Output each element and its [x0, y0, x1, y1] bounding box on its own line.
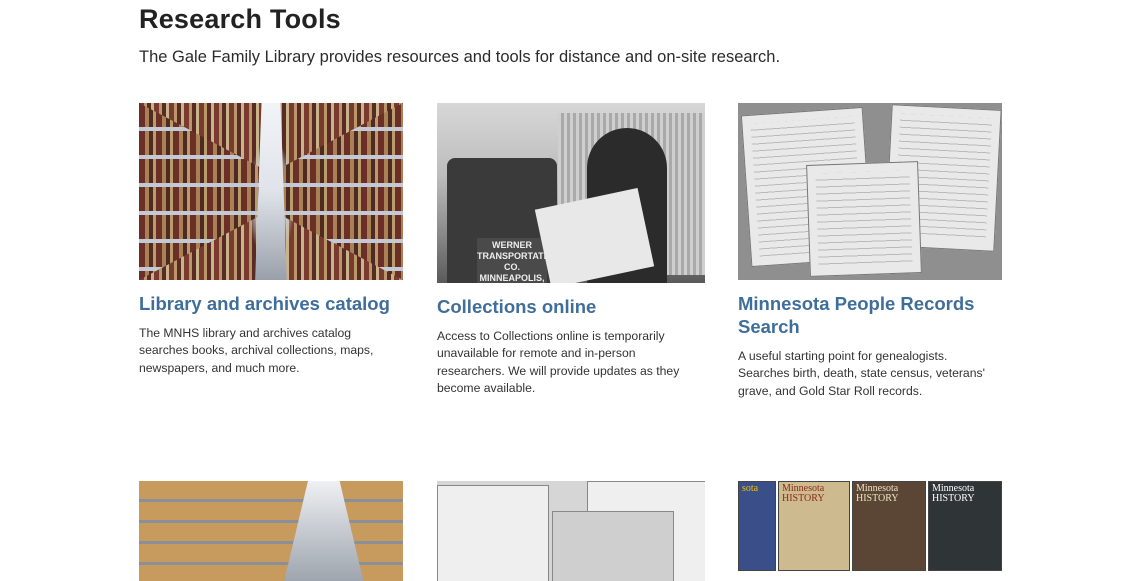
card-library-catalog: Library and archives catalog The MNHS li… [139, 103, 403, 377]
collections-online-description: Access to Collections online is temporar… [437, 329, 680, 396]
archive-stacks-image[interactable] [139, 103, 403, 280]
page-title: Research Tools [139, 4, 341, 34]
card-collections-online: WERNER TRANSPORTATION CO. MINNEAPOLIS, M… [437, 103, 705, 398]
collections-online-link[interactable]: Collections online [437, 295, 705, 318]
people-records-description: A useful starting point for genealogists… [738, 349, 985, 398]
people-records-link[interactable]: Minnesota People Records Search [738, 292, 1002, 338]
library-catalog-description: The MNHS library and archives catalog se… [139, 326, 374, 375]
certificates-image[interactable] [738, 103, 1002, 280]
magazine-title: Minnesota HISTORY [856, 483, 899, 504]
card-bottom-3: sota Minnesota HISTORY Minnesota HISTORY… [738, 481, 1002, 581]
magazine-title: Minnesota HISTORY [932, 483, 975, 504]
card-people-records: Minnesota People Records Search A useful… [738, 103, 1002, 400]
truck-photo-image[interactable]: WERNER TRANSPORTATION CO. MINNEAPOLIS, M… [437, 103, 705, 283]
card-bottom-1 [139, 481, 403, 581]
card-bottom-2 [437, 481, 705, 581]
page-intro: The Gale Family Library provides resourc… [139, 48, 781, 66]
library-catalog-link[interactable]: Library and archives catalog [139, 292, 403, 315]
truck-sign-text: WERNER TRANSPORTATION CO. MINNEAPOLIS, M… [477, 238, 560, 283]
newspapers-image[interactable] [437, 481, 705, 581]
magazines-image[interactable]: sota Minnesota HISTORY Minnesota HISTORY… [738, 481, 1002, 581]
magazine-title: Minnesota HISTORY [782, 483, 825, 504]
archive-boxes-image[interactable] [139, 481, 403, 581]
magazine-title: sota [742, 483, 759, 494]
